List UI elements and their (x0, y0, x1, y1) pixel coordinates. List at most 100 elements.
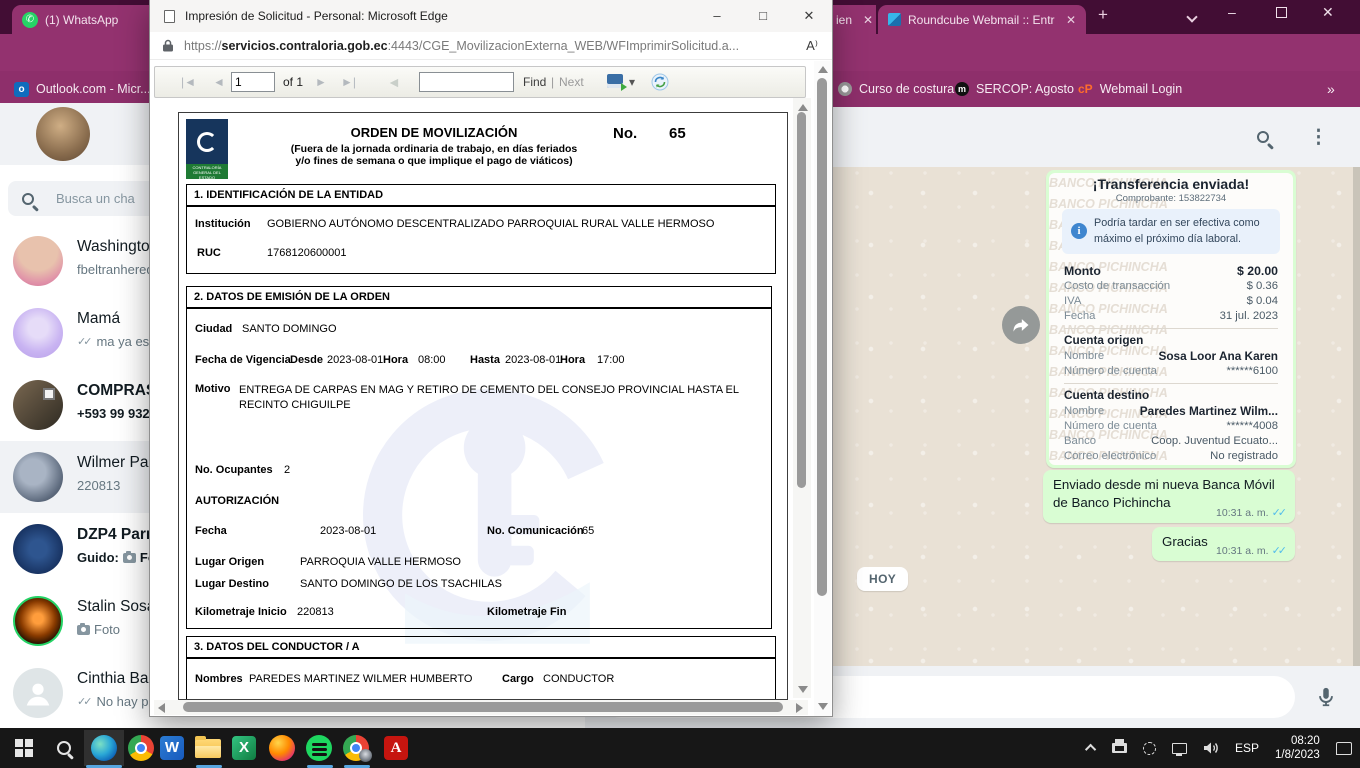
avatar (13, 380, 63, 430)
scroll-down-arrow[interactable] (798, 686, 808, 693)
receipt-message-bubble[interactable]: BANCO PICHINCHABANCO PICHINCHABANCO PICH… (1046, 170, 1296, 468)
bookmark-curso[interactable]: Curso de costura (838, 82, 954, 96)
forward-message-button[interactable] (1002, 306, 1040, 344)
taskbar-explorer-button[interactable] (188, 730, 228, 766)
chat-preview: Foto (94, 622, 120, 637)
scrollbar-thumb[interactable] (797, 112, 806, 488)
lugar-destino-value: SANTO DOMINGO DE LOS TSACHILAS (300, 578, 502, 590)
whatsapp-icon: ✆ (22, 12, 38, 28)
tab-search-chevron-icon[interactable] (1188, 8, 1196, 26)
first-page-button[interactable]: |◄ (181, 67, 196, 97)
notification-center-icon[interactable] (1336, 742, 1352, 755)
capture-icon[interactable] (1143, 742, 1156, 755)
close-tab-icon[interactable]: ✕ (863, 13, 873, 27)
window-close-button[interactable]: ✕ (1322, 4, 1334, 21)
find-next-button[interactable]: Next (559, 67, 584, 97)
read-ticks-icon: ✓✓ (1272, 506, 1284, 519)
page-number-input[interactable] (231, 72, 275, 92)
date-chip: HOY (857, 567, 908, 591)
scroll-down-arrow[interactable] (818, 703, 828, 710)
export-caret-icon[interactable]: ▾ (629, 67, 635, 97)
new-tab-button[interactable]: + (1098, 5, 1108, 25)
close-tab-icon[interactable]: ✕ (1066, 13, 1076, 27)
bookmark-sercop[interactable]: m SERCOP: Agosto (955, 82, 1074, 96)
network-icon[interactable] (1172, 743, 1187, 754)
person-icon (23, 678, 53, 708)
transfer-receipt-image[interactable]: BANCO PICHINCHABANCO PICHINCHABANCO PICH… (1049, 173, 1293, 465)
message-bubble[interactable]: Gracias 10:31 a. m.✓✓ (1152, 527, 1295, 561)
profile-avatar[interactable] (36, 107, 90, 161)
find-button[interactable]: Find (523, 67, 546, 97)
refresh-icon[interactable] (651, 73, 669, 91)
bookmark-favicon (838, 82, 852, 96)
nombres-value: PAREDES MARTINEZ WILMER HUMBERTO (249, 673, 473, 685)
scroll-up-arrow[interactable] (818, 66, 828, 73)
profile-badge (359, 749, 372, 762)
scrollbar-thumb[interactable] (817, 78, 827, 596)
maximize-button[interactable]: □ (740, 0, 786, 32)
printer-icon[interactable] (1112, 743, 1127, 753)
bookmarks-overflow[interactable]: » (1327, 81, 1335, 97)
prev-page-button[interactable]: ◄ (213, 67, 225, 97)
tray-expand-chevron-icon[interactable] (1088, 739, 1096, 757)
language-indicator[interactable]: ESP (1235, 741, 1259, 755)
tab-whatsapp[interactable]: ✆ (1) WhatsApp (12, 5, 162, 34)
edge-address-bar[interactable]: https://servicios.contraloria.gob.ec:444… (150, 32, 832, 60)
scrollbar-thumb[interactable] (183, 702, 783, 712)
mic-icon[interactable] (1315, 686, 1337, 708)
section-identificacion: 1. IDENTIFICACIÓN DE LA ENTIDAD Instituc… (186, 184, 776, 274)
next-page-button[interactable]: ► (315, 67, 327, 97)
last-page-button[interactable]: ►| (341, 67, 356, 97)
find-text-input[interactable] (419, 72, 514, 92)
message-time: 10:31 a. m. (1216, 507, 1269, 519)
edge-title-bar[interactable]: Impresión de Solicitud - Personal: Micro… (150, 0, 832, 32)
chat-name: Cinthia Bas (77, 670, 156, 688)
tab-partial[interactable]: ien ✕ (826, 5, 876, 34)
desde-value: 2023-08-01 (327, 354, 383, 366)
scroll-left-arrow[interactable] (158, 703, 165, 713)
km-inicio-value: 220813 (297, 606, 334, 618)
taskbar-acrobat-button[interactable]: A (376, 730, 416, 766)
report-horizontal-scrollbar[interactable] (154, 700, 808, 715)
taskbar-chrome-profile-button[interactable] (336, 730, 376, 766)
chat-scrollbar[interactable] (1353, 167, 1360, 666)
bookmark-label: Webmail Login (1100, 82, 1182, 96)
taskbar-word-button[interactable]: W (152, 730, 192, 766)
bookmark-webmail[interactable]: cP Webmail Login (1078, 82, 1182, 96)
ruc-value: 1768120600001 (267, 247, 347, 259)
window-minimize-button[interactable]: – (1228, 4, 1236, 20)
taskbar-excel-button[interactable]: X (224, 730, 264, 766)
start-button[interactable] (4, 730, 44, 766)
taskbar-edge-button[interactable] (84, 730, 124, 766)
avatar (13, 452, 63, 502)
report-vertical-scrollbar[interactable] (793, 98, 811, 698)
export-save-icon[interactable] (607, 74, 623, 88)
receipt-row-costo: Costo de transacción$ 0.36 (1064, 279, 1278, 294)
taskbar-clock[interactable]: 08:20 1/8/2023 (1275, 734, 1320, 762)
bookmark-outlook[interactable]: o Outlook.com - Micr... (14, 82, 151, 97)
section-title: 1. IDENTIFICACIÓN DE LA ENTIDAD (187, 185, 775, 207)
taskbar-search-button[interactable] (44, 730, 84, 766)
page-icon (164, 10, 175, 23)
lock-icon (162, 39, 174, 52)
search-icon[interactable] (1257, 131, 1269, 143)
close-button[interactable]: ✕ (786, 0, 832, 32)
find-separator: | (551, 67, 554, 97)
taskbar-firefox-button[interactable] (262, 730, 302, 766)
read-ticks-icon: ✓✓ (1272, 544, 1284, 557)
message-bubble[interactable]: Enviado desde mi nueva Banca Móvil de Ba… (1043, 470, 1295, 523)
tab-roundcube[interactable]: Roundcube Webmail :: Entra ✕ (878, 5, 1086, 34)
search-icon (57, 741, 71, 755)
taskbar-spotify-button[interactable] (299, 730, 339, 766)
menu-dots-icon[interactable]: ⋮ (1309, 126, 1328, 149)
desktop: ✆ (1) WhatsApp ien ✕ Roundcube Webmail :… (0, 0, 1360, 768)
scroll-right-arrow[interactable] (796, 703, 803, 713)
edge-page-scrollbar[interactable] (814, 61, 831, 716)
minimize-button[interactable]: – (694, 0, 740, 32)
scroll-up-arrow[interactable] (798, 104, 808, 111)
cpanel-icon: cP (1078, 82, 1093, 96)
window-restore-button[interactable] (1276, 7, 1287, 18)
read-aloud-icon[interactable]: A⁾ (806, 38, 818, 54)
volume-icon[interactable] (1203, 741, 1219, 755)
back-to-parent-button[interactable]: ◄ (387, 67, 401, 97)
